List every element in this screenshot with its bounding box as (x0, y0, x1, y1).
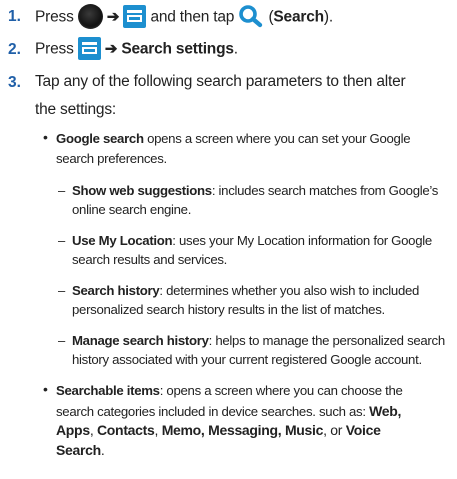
bullet-searchable-items-line-4: Search. (56, 442, 105, 458)
subitem-line-2: search results and services. (72, 252, 228, 267)
subitem-term: Search history (72, 283, 160, 298)
subitem-line-1: Search history: determines whether you a… (72, 283, 420, 298)
bullet-google-search-line-2: search preferences. (56, 151, 167, 166)
manual-page: 1. Press ➔ and then tap (Search). 2. Pre… (0, 0, 457, 479)
subitem-term: Use My Location (72, 233, 173, 248)
step-number: 1. (8, 8, 21, 25)
search-label-paren: (Search). (268, 8, 333, 26)
dash-icon: – (58, 333, 66, 348)
dash-icon: – (58, 233, 66, 248)
arrow-icon: ➔ (106, 8, 120, 26)
dash-icon: – (58, 183, 66, 198)
step-trailing: . (233, 40, 238, 58)
step-text: and then tap (150, 8, 235, 26)
subitem-line-1: Show web suggestions: includes search ma… (72, 183, 439, 198)
step-number: 2. (8, 41, 21, 58)
step-text: Press (35, 40, 74, 58)
bullet-icon: • (43, 129, 48, 145)
bullet-searchable-items-line-3: Apps, Contacts, Memo, Messaging, Music, … (56, 422, 381, 438)
subitem-line-1: Use My Location: uses your My Location i… (72, 233, 432, 248)
bullet-google-search-line-1: Google search opens a screen where you c… (56, 131, 411, 146)
menu-key-icon (123, 5, 147, 28)
subitem-line-2: online search engine. (72, 202, 192, 217)
step-1: Press ➔ and then tap (Search). (35, 4, 333, 30)
subitem-line-2: history associated with your current reg… (72, 352, 422, 367)
arrow-icon: ➔ (104, 40, 118, 58)
step-2: Press ➔ Search settings. (35, 37, 238, 61)
step-text: Press (35, 8, 74, 26)
home-key-icon (77, 4, 103, 29)
dash-icon: – (58, 283, 66, 298)
menu-key-icon (77, 37, 101, 60)
step-number: 3. (8, 74, 21, 91)
bullet-searchable-items-line-2: search categories included in device sea… (56, 403, 402, 419)
subitem-term: Show web suggestions (72, 183, 212, 198)
step-3-line-2: the settings: (35, 101, 116, 118)
step-3-line-1: Tap any of the following search paramete… (35, 73, 406, 90)
bullet-term: Google search (56, 131, 144, 146)
subitem-line-2: personalized search history results in t… (72, 302, 385, 317)
bullet-term: Searchable items (56, 383, 160, 398)
search-label: Search (273, 8, 324, 26)
bullet-searchable-items-line-1: Searchable items: opens a screen where y… (56, 383, 403, 398)
search-icon (239, 4, 263, 27)
bullet-icon: • (43, 381, 48, 397)
subitem-line-1: Manage search history: helps to manage t… (72, 333, 445, 348)
subitem-term: Manage search history (72, 333, 209, 348)
menu-path: Search settings (121, 40, 234, 58)
